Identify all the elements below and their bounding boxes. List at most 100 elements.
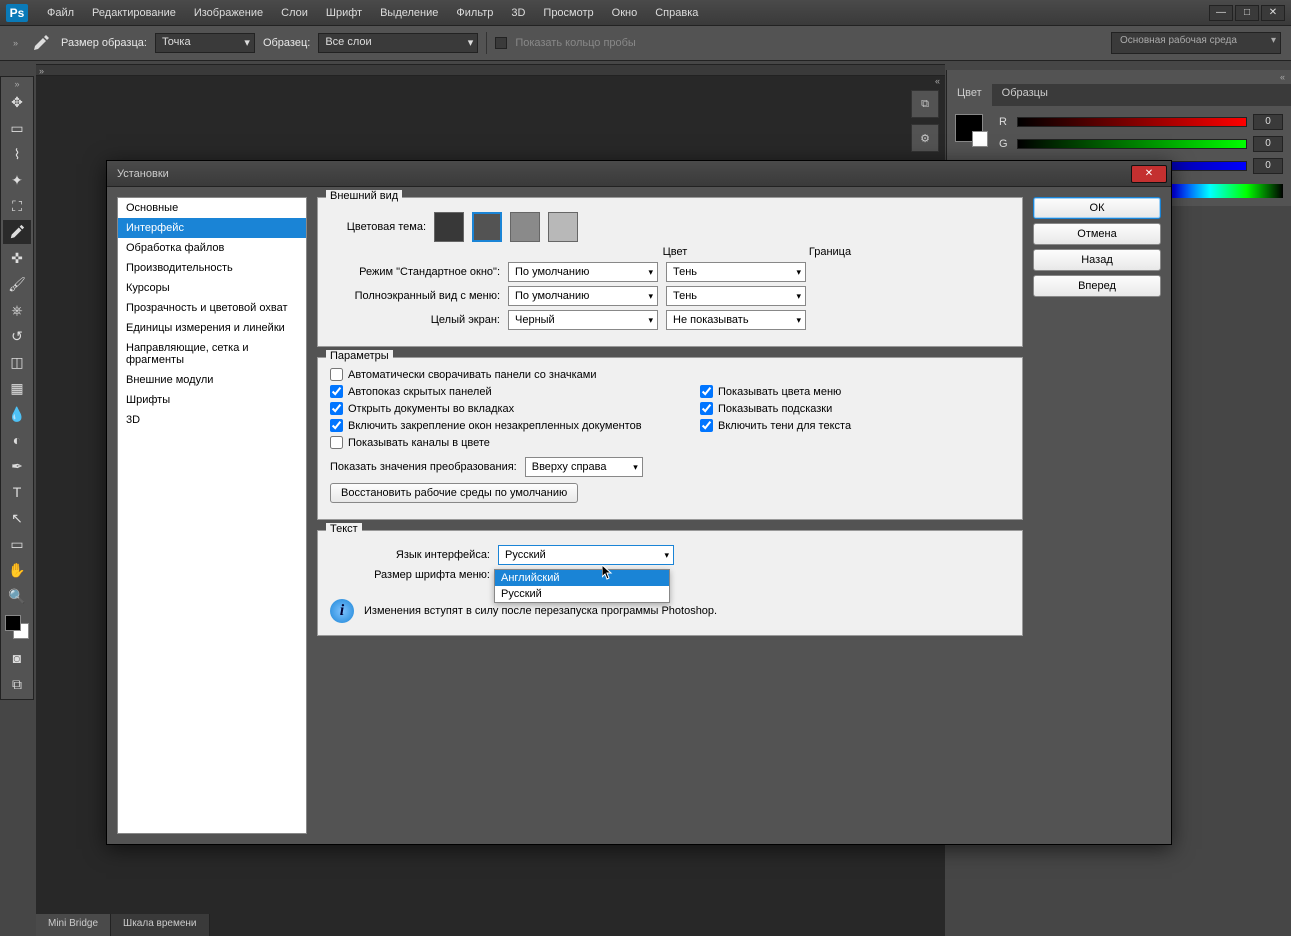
window-close-button[interactable]: ✕ bbox=[1261, 5, 1285, 21]
mini-bridge-tab[interactable]: Mini Bridge bbox=[36, 914, 111, 936]
dialog-close-button[interactable]: ✕ bbox=[1131, 165, 1167, 183]
crop-tool[interactable]: ⛶ bbox=[3, 194, 31, 218]
healing-tool[interactable]: ✜ bbox=[3, 246, 31, 270]
standard-color-select[interactable]: По умолчанию bbox=[508, 262, 658, 282]
cat-units[interactable]: Единицы измерения и линейки bbox=[118, 318, 306, 338]
dodge-tool[interactable]: ◐ bbox=[3, 428, 31, 452]
ui-language-label: Язык интерфейса: bbox=[330, 549, 490, 561]
marquee-tool[interactable]: ▭ bbox=[3, 116, 31, 140]
auto-collapse-checkbox[interactable]: Автоматически сворачивать панели со знач… bbox=[330, 368, 680, 381]
cat-transparency[interactable]: Прозрачность и цветовой охват bbox=[118, 298, 306, 318]
cat-performance[interactable]: Производительность bbox=[118, 258, 306, 278]
fullscreen-menu-color-select[interactable]: По умолчанию bbox=[508, 286, 658, 306]
brush-tool[interactable]: 🖌 bbox=[3, 272, 31, 296]
cancel-button[interactable]: Отмена bbox=[1033, 223, 1161, 245]
theme-mediumlight[interactable] bbox=[510, 212, 540, 242]
menu-colors-checkbox[interactable]: Показывать цвета меню bbox=[700, 385, 1010, 398]
menu-view[interactable]: Просмотр bbox=[534, 7, 602, 19]
window-minimize-button[interactable]: — bbox=[1209, 5, 1233, 21]
stamp-tool[interactable]: ⎈ bbox=[3, 298, 31, 322]
transform-values-select[interactable]: Вверху справа bbox=[525, 457, 643, 477]
theme-light[interactable] bbox=[548, 212, 578, 242]
quick-mask-toggle[interactable]: ◙ bbox=[3, 646, 31, 670]
menu-type[interactable]: Шрифт bbox=[317, 7, 371, 19]
cat-cursors[interactable]: Курсоры bbox=[118, 278, 306, 298]
menu-file[interactable]: Файл bbox=[38, 7, 83, 19]
dialog-titlebar[interactable]: Установки ✕ bbox=[107, 161, 1171, 187]
menu-help[interactable]: Справка bbox=[646, 7, 707, 19]
auto-show-checkbox[interactable]: Автопоказ скрытых панелей bbox=[330, 385, 680, 398]
history-brush-tool[interactable]: ↺ bbox=[3, 324, 31, 348]
screen-mode-toggle[interactable]: ⧉ bbox=[3, 672, 31, 696]
g-value[interactable]: 0 bbox=[1253, 136, 1283, 152]
strip-collapse-icon[interactable]: « bbox=[907, 76, 943, 86]
fullscreen-border-select[interactable]: Не показывать bbox=[666, 310, 806, 330]
channels-color-checkbox[interactable]: Показывать каналы в цвете bbox=[330, 436, 680, 449]
tooltips-checkbox[interactable]: Показывать подсказки bbox=[700, 402, 1010, 415]
open-tabs-checkbox[interactable]: Открыть документы во вкладках bbox=[330, 402, 680, 415]
timeline-tab[interactable]: Шкала времени bbox=[111, 914, 209, 936]
menu-image[interactable]: Изображение bbox=[185, 7, 272, 19]
cat-plugins[interactable]: Внешние модули bbox=[118, 370, 306, 390]
cat-interface[interactable]: Интерфейс bbox=[118, 218, 306, 238]
options-expand-icon[interactable]: » bbox=[10, 38, 21, 48]
path-select-tool[interactable]: ↖ bbox=[3, 506, 31, 530]
menu-edit[interactable]: Редактирование bbox=[83, 7, 185, 19]
r-slider[interactable] bbox=[1017, 117, 1247, 127]
lasso-tool[interactable]: ⌇ bbox=[3, 142, 31, 166]
blur-tool[interactable]: 💧 bbox=[3, 402, 31, 426]
menu-layers[interactable]: Слои bbox=[272, 7, 317, 19]
magic-wand-tool[interactable]: ✦ bbox=[3, 168, 31, 192]
fullscreen-menu-border-select[interactable]: Тень bbox=[666, 286, 806, 306]
swatches-tab[interactable]: Образцы bbox=[992, 84, 1058, 106]
tab-strip-expand-icon[interactable]: » bbox=[36, 66, 47, 76]
hand-tool[interactable]: ✋ bbox=[3, 558, 31, 582]
window-maximize-button[interactable]: □ bbox=[1235, 5, 1259, 21]
prev-button[interactable]: Назад bbox=[1033, 249, 1161, 271]
language-option-english[interactable]: Английский bbox=[495, 570, 669, 586]
cat-type[interactable]: Шрифты bbox=[118, 390, 306, 410]
right-panel-collapse-icon[interactable]: « bbox=[947, 70, 1291, 84]
eyedropper-tool[interactable] bbox=[3, 220, 31, 244]
color-tab[interactable]: Цвет bbox=[947, 84, 992, 106]
standard-border-select[interactable]: Тень bbox=[666, 262, 806, 282]
cat-general[interactable]: Основные bbox=[118, 198, 306, 218]
next-button[interactable]: Вперед bbox=[1033, 275, 1161, 297]
g-slider[interactable] bbox=[1017, 139, 1247, 149]
ok-button[interactable]: ОК bbox=[1033, 197, 1161, 219]
docking-checkbox[interactable]: Включить закрепление окон незакрепленных… bbox=[330, 419, 680, 432]
theme-dark[interactable] bbox=[434, 212, 464, 242]
menu-select[interactable]: Выделение bbox=[371, 7, 447, 19]
history-panel-icon[interactable]: ⧉ bbox=[911, 90, 939, 118]
shape-tool[interactable]: ▭ bbox=[3, 532, 31, 556]
menu-filter[interactable]: Фильтр bbox=[447, 7, 502, 19]
r-value[interactable]: 0 bbox=[1253, 114, 1283, 130]
move-tool[interactable]: ✥ bbox=[3, 90, 31, 114]
cat-filehandling[interactable]: Обработка файлов bbox=[118, 238, 306, 258]
eraser-tool[interactable]: ◫ bbox=[3, 350, 31, 374]
sample-size-select[interactable]: Точка bbox=[155, 33, 255, 53]
text-shadow-checkbox[interactable]: Включить тени для текста bbox=[700, 419, 1010, 432]
color-swatches[interactable] bbox=[5, 615, 29, 639]
properties-panel-icon[interactable]: ⚙ bbox=[911, 124, 939, 152]
type-tool[interactable]: T bbox=[3, 480, 31, 504]
panel-color-swatch[interactable] bbox=[955, 114, 983, 142]
zoom-tool[interactable]: 🔍 bbox=[3, 584, 31, 608]
pen-tool[interactable]: ✒ bbox=[3, 454, 31, 478]
gradient-tool[interactable]: ▦ bbox=[3, 376, 31, 400]
tools-expand-icon[interactable]: » bbox=[11, 79, 22, 89]
menu-3d[interactable]: 3D bbox=[502, 7, 534, 19]
fullscreen-color-select[interactable]: Черный bbox=[508, 310, 658, 330]
show-ring-checkbox[interactable] bbox=[495, 37, 507, 49]
cat-guides[interactable]: Направляющие, сетка и фрагменты bbox=[118, 338, 306, 370]
language-option-russian[interactable]: Русский bbox=[495, 586, 669, 602]
ui-language-select[interactable]: Русский bbox=[498, 545, 674, 565]
workspace-select[interactable]: Основная рабочая среда bbox=[1111, 32, 1281, 54]
eyedropper-tool-icon[interactable] bbox=[29, 31, 53, 55]
menu-window[interactable]: Окно bbox=[603, 7, 647, 19]
b-value[interactable]: 0 bbox=[1253, 158, 1283, 174]
cat-3d[interactable]: 3D bbox=[118, 410, 306, 430]
restore-workspaces-button[interactable]: Восстановить рабочие среды по умолчанию bbox=[330, 483, 578, 503]
theme-mediumdark[interactable] bbox=[472, 212, 502, 242]
sample-select[interactable]: Все слои bbox=[318, 33, 478, 53]
